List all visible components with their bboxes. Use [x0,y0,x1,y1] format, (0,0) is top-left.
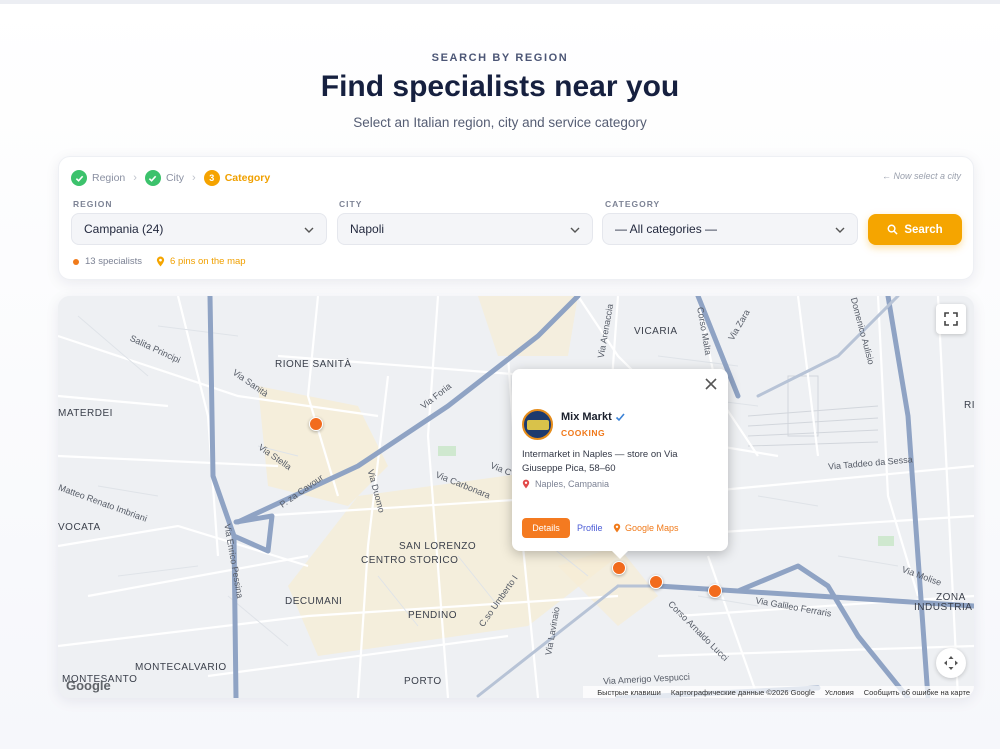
report-error-link[interactable]: Сообщить об ошибке на карте [864,688,970,697]
step-hint: ← Now select a city [881,171,961,181]
search-icon [887,224,898,235]
category-value: — All categories — [615,222,718,236]
city-label: CITY [339,199,363,209]
business-location: Naples, Campania [522,479,609,489]
chevron-right-icon: › [192,172,196,184]
map-pin-icon [613,523,621,533]
area-label: MATERDEI [58,408,113,419]
terms-link[interactable]: Условия [825,688,854,697]
keyboard-shortcuts-link[interactable]: Быстрые клавиши [597,688,661,697]
city-value: Napoli [350,222,385,236]
google-maps-link[interactable]: Google Maps [613,523,679,533]
step-city-label: City [165,172,185,184]
step-category[interactable]: 3 Category [203,170,271,186]
map-camera-control[interactable] [936,648,966,678]
area-label: RIONE SANITÀ [275,359,352,370]
google-logo: Google [66,678,111,693]
google-maps-link-text: Google Maps [625,523,679,533]
step-region[interactable]: Region [71,170,125,186]
business-category: COOKING [561,428,606,438]
area-label: MONTECALVARIO [135,662,227,673]
fullscreen-button[interactable] [936,304,966,334]
map-attribution: Быстрые клавиши Картографические данные … [583,686,974,698]
area-label: RI [964,400,974,411]
move-arrows-icon [944,656,958,670]
map[interactable]: RIONE SANITÀ VICARIA MATERDEI VOCATA SAN… [58,296,974,698]
map-pin-icon [156,256,165,267]
region-label: REGION [73,199,113,209]
map-pin-icon [522,479,530,489]
pins-count: 6 pins on the map [170,256,246,267]
fullscreen-icon [944,312,958,326]
category-label: CATEGORY [605,199,661,209]
specialists-count: 13 specialists [85,256,143,267]
step-indicator: Region › City › 3 Category [71,169,270,187]
close-icon[interactable] [704,377,718,391]
top-border [0,0,1000,4]
chevron-down-icon [835,227,845,233]
page-subtitle: Select an Italian region, city and servi… [353,115,647,130]
city-select[interactable]: Napoli [337,213,593,245]
business-name-text: Mix Markt [561,411,612,423]
business-location-text: Naples, Campania [535,479,610,489]
verified-check-icon [615,413,625,422]
search-card: Region › City › 3 Category ← Now select … [58,156,974,280]
area-label: DECUMANI [285,596,343,607]
step-category-label: Category [224,172,271,184]
check-icon [144,170,161,186]
map-pin[interactable] [309,417,323,431]
area-label: CENTRO STORICO [361,555,459,566]
category-select[interactable]: — All categories — [602,213,858,245]
area-label: VICARIA [634,326,678,337]
business-logo [522,409,553,440]
chevron-right-icon: › [133,172,137,184]
chevron-down-icon [304,227,314,233]
info-popup: Mix Markt COOKING Intermarket in Naples … [512,369,728,559]
pins-stat: 6 pins on the map [156,256,246,267]
search-button[interactable]: Search [868,214,962,245]
dot-icon [73,258,79,265]
region-value: Campania (24) [84,222,164,236]
area-label: PENDINO [408,610,458,621]
map-data-text: Картографические данные ©2026 Google [670,687,815,697]
area-label: INDUSTRIA [914,602,973,613]
business-description: Intermarket in Naples — store on Via Giu… [522,449,678,474]
eyebrow: SEARCH BY REGION [431,52,569,64]
profile-link[interactable]: Profile [577,523,603,533]
chevron-down-icon [570,227,580,233]
result-stats: 13 specialists 6 pins on the map [73,256,246,267]
business-name: Mix Markt [561,411,625,423]
area-label: VOCATA [58,522,101,533]
step-city[interactable]: City [144,170,185,186]
area-label: SAN LORENZO [399,541,477,552]
page-title: Find specialists near you [320,70,680,103]
region-select[interactable]: Campania (24) [71,213,327,245]
search-button-label: Search [904,223,943,236]
map-pin[interactable] [612,561,626,575]
map-pin[interactable] [649,575,663,589]
details-button[interactable]: Details [522,518,570,538]
check-icon [71,170,87,186]
area-label: PORTO [404,676,442,687]
step-region-label: Region [92,172,126,184]
step-number-badge: 3 [203,170,220,186]
map-pin[interactable] [708,584,722,598]
